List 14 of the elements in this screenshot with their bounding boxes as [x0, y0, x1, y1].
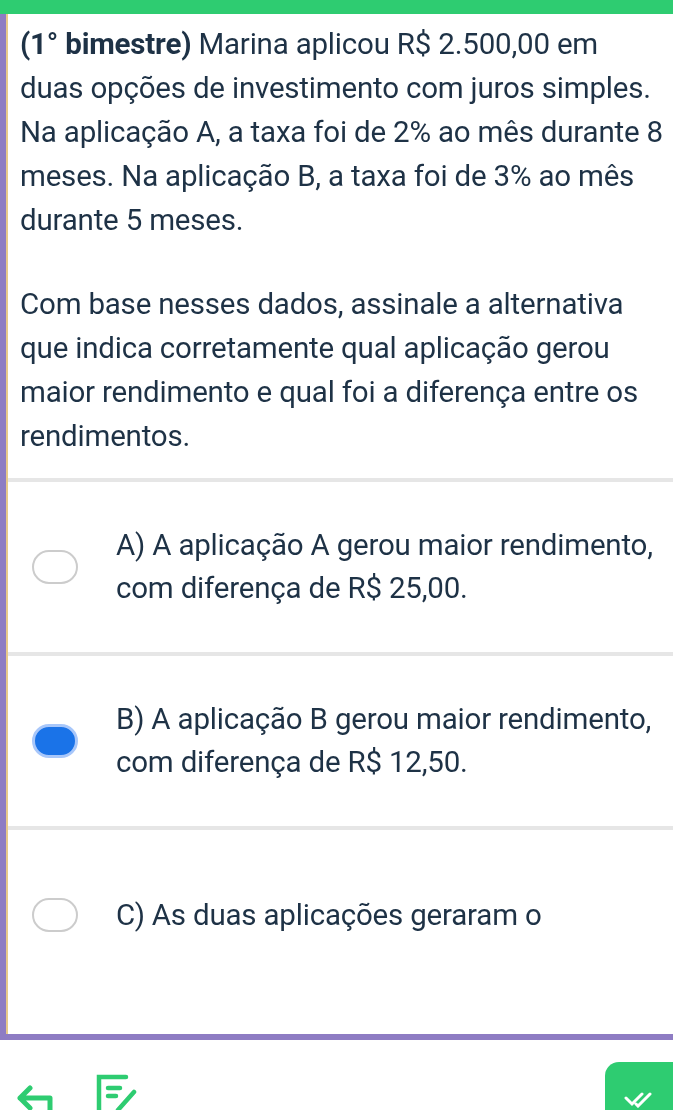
submit-button[interactable]: [605, 1062, 673, 1110]
question-text: Com base nesses dados, assinale a alternativa que indica corretamente qual aplicação gerou maior rendimento e qual foi a diferença entre os rendimentos.: [20, 286, 639, 455]
answer-option[interactable]: A) A aplicação A gerou maior rendimento, com diferença de R$ 25,00.: [8, 478, 673, 652]
answer-option[interactable]: B) A aplicação B gerou maior rendimento, com diferença de R$ 12,50.: [8, 652, 673, 826]
option-text: C) As duas aplicações geraram o: [116, 896, 542, 934]
option-text: B) A aplicação B gerou maior rendimento, com diferença de R$ 12,50.: [116, 701, 653, 781]
radio-button[interactable]: [32, 898, 78, 932]
radio-button[interactable]: [32, 724, 78, 758]
question-text: (1° bimestre) Marina aplicou R$ 2.500,00 em duas opções de investimento com juros simples. Na aplicação A, a taxa foi de 2% ao mês durante 8 meses. Na aplicação B, a taxa foi de 3% ao mês durante 5 meses.: [20, 26, 664, 239]
radio-button[interactable]: [32, 550, 78, 584]
double-check-icon: [624, 1092, 654, 1108]
option-text: A) A aplicação A gerou maior rendimento, com diferença de R$ 25,00.: [116, 527, 654, 607]
back-icon[interactable]: [16, 1084, 54, 1110]
answer-option[interactable]: C) As duas aplicações geraram o: [8, 826, 673, 1000]
